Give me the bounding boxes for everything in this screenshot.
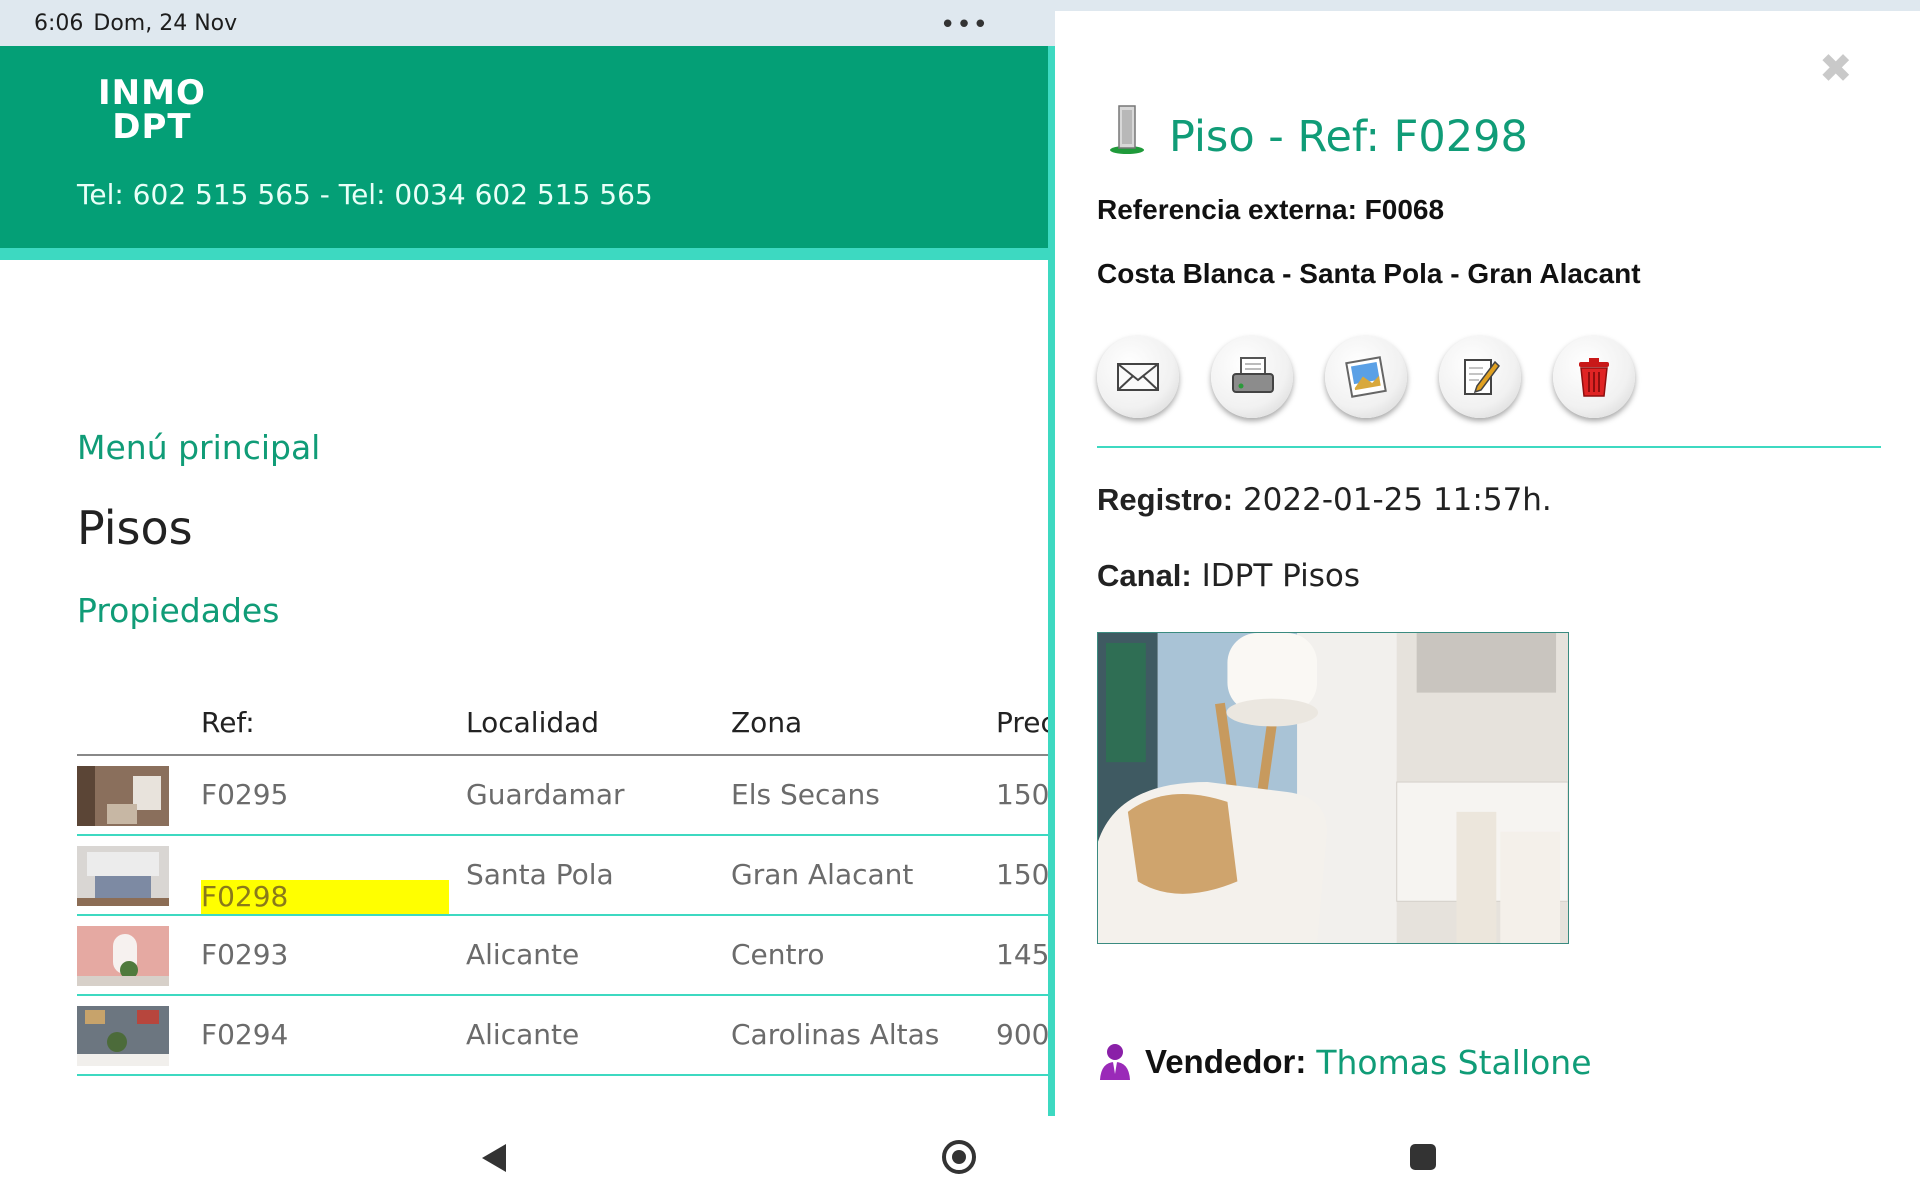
delete-button[interactable] [1553, 336, 1635, 418]
properties-table: Ref: Localidad Zona Precio F0295 Guardam… [77, 696, 1048, 1076]
cell-localidad: Alicante [466, 1018, 580, 1051]
photos-icon [1345, 356, 1387, 398]
building-icon [1110, 105, 1144, 154]
page-title: Pisos [77, 501, 193, 555]
person-icon [1100, 1044, 1130, 1080]
properties-link[interactable]: Propiedades [77, 591, 279, 630]
table-header: Ref: Localidad Zona Precio [77, 696, 1048, 756]
cell-localidad: Santa Pola [466, 858, 614, 891]
property-thumbnail[interactable] [77, 766, 169, 826]
cell-precio: 150000 € [996, 778, 1048, 811]
property-location: Costa Blanca - Santa Pola - Gran Alacant [1097, 258, 1641, 289]
canal-value: IDPT Pisos [1201, 558, 1360, 594]
email-button[interactable] [1097, 336, 1179, 418]
cell-zona: Els Secans [731, 778, 880, 811]
print-button[interactable] [1211, 336, 1293, 418]
cell-precio: 150000 € [996, 858, 1048, 891]
close-icon[interactable]: ✖ [1819, 46, 1853, 92]
cell-ref: F0293 [201, 938, 289, 971]
canal-info: Canal: IDPT Pisos [1097, 558, 1360, 594]
property-detail-panel: ✖ Piso - Ref: F0298 Referencia externa: … [1055, 46, 1920, 1116]
main-menu-link[interactable]: Menú principal [77, 428, 320, 467]
left-panel: INMO DPT Tel: 602 515 565 - Tel: 0034 60… [0, 46, 1048, 1116]
logo[interactable]: INMO DPT [98, 76, 206, 144]
cell-zona: Gran Alacant [731, 858, 914, 891]
col-zona[interactable]: Zona [731, 706, 802, 739]
logo-line1: INMO [98, 73, 206, 113]
property-photo[interactable] [1097, 632, 1569, 944]
canal-label: Canal: [1097, 558, 1192, 593]
trash-icon [1579, 358, 1609, 397]
site-header: INMO DPT Tel: 602 515 565 - Tel: 0034 60… [0, 46, 1048, 248]
logo-line2: DPT [112, 107, 192, 147]
property-thumbnail[interactable] [77, 1006, 169, 1066]
vendor-name-link[interactable]: Thomas Stallone [1316, 1043, 1591, 1082]
cell-zona: Centro [731, 938, 825, 971]
registro-value: 2022-01-25 11:57h. [1242, 482, 1552, 518]
action-buttons [1097, 336, 1635, 418]
status-date: Dom, 24 Nov [93, 10, 238, 36]
table-row[interactable]: F0295 Guardamar Els Secans 150000 € [77, 756, 1048, 836]
col-precio[interactable]: Precio [996, 706, 1048, 739]
cell-precio: 900 € [996, 1018, 1048, 1051]
more-dots-icon[interactable]: ••• [940, 10, 989, 40]
cell-localidad: Alicante [466, 938, 580, 971]
cell-precio: 145000 € [996, 938, 1048, 971]
edit-button[interactable] [1439, 336, 1521, 418]
table-row[interactable]: F0293 Alicante Centro 145000 € [77, 916, 1048, 996]
section-divider [1097, 446, 1881, 448]
external-reference: Referencia externa: F0068 [1097, 194, 1445, 225]
email-icon [1117, 363, 1159, 391]
property-thumbnail[interactable] [77, 846, 169, 906]
cell-zona: Carolinas Altas [731, 1018, 940, 1051]
header-phone: Tel: 602 515 565 - Tel: 0034 602 515 565 [77, 178, 653, 211]
status-bar: 6:06 Dom, 24 Nov ••• 72 [0, 0, 1920, 1081]
cell-ref: F0295 [201, 778, 289, 811]
registro-info: Registro: 2022-01-25 11:57h. [1097, 482, 1552, 518]
vendor-info: Vendedor: Thomas Stallone [1097, 1042, 1592, 1082]
property-thumbnail[interactable] [77, 926, 169, 986]
property-title: Piso - Ref: F0298 [1169, 112, 1528, 162]
highlighted-ref: F0298 [201, 880, 449, 914]
registro-label: Registro: [1097, 482, 1234, 517]
system-nav-bar [0, 1116, 1920, 1200]
col-localidad[interactable]: Localidad [466, 706, 599, 739]
col-ref[interactable]: Ref: [201, 706, 255, 739]
vendor-label: Vendedor: [1145, 1043, 1307, 1080]
status-time: 6:06 [34, 10, 84, 36]
edit-icon [1464, 359, 1500, 395]
photos-button[interactable] [1325, 336, 1407, 418]
table-row[interactable]: F0298 Santa Pola Gran Alacant 150000 € [77, 836, 1048, 916]
cell-localidad: Guardamar [466, 778, 625, 811]
print-icon [1232, 357, 1274, 393]
back-icon[interactable] [482, 1144, 506, 1172]
panel-divider [1048, 46, 1055, 1116]
table-row[interactable]: F0294 Alicante Carolinas Altas 900 € [77, 996, 1048, 1076]
recent-apps-icon[interactable] [1410, 1144, 1436, 1170]
cell-ref: F0294 [201, 1018, 289, 1051]
home-icon[interactable] [942, 1140, 976, 1174]
header-stripe [0, 248, 1048, 260]
